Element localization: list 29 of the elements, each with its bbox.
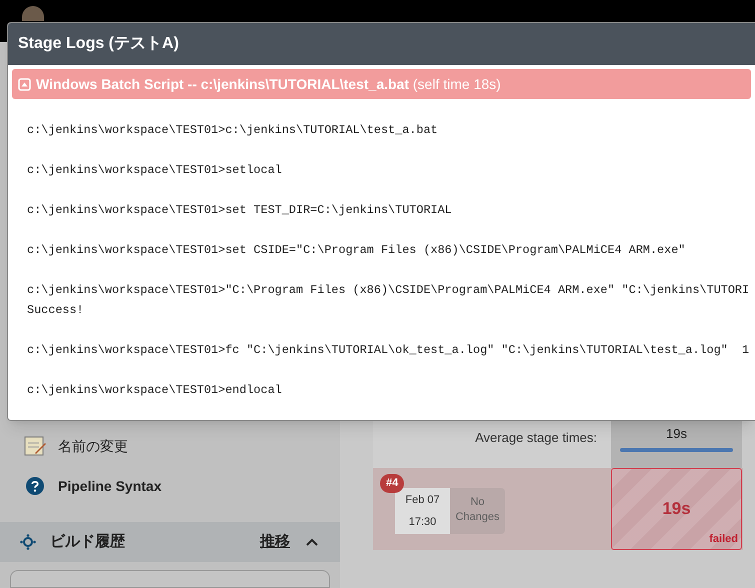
build-time: 17:30: [408, 515, 436, 530]
sidebar-link[interactable]: Pipeline Syntax: [58, 476, 162, 496]
collapse-icon[interactable]: [18, 78, 31, 90]
notepad-icon: [23, 435, 47, 457]
stage-status: failed: [709, 532, 738, 546]
no-changes-box: No Changes: [450, 488, 505, 534]
help-icon: [26, 477, 44, 495]
step-title: Windows Batch Script -- c:\jenkins\TUTORIAL\test_a.bat (self time 18s): [36, 74, 501, 94]
average-time: 19s: [666, 425, 687, 444]
average-label: Average stage times:: [475, 429, 597, 448]
dialog-title: Stage Logs (テストA): [18, 34, 179, 54]
search-field[interactable]: [10, 570, 330, 588]
caret-icon[interactable]: [304, 538, 320, 546]
build-number-badge[interactable]: #4: [380, 474, 404, 492]
stage-duration: 19s: [662, 498, 691, 520]
log-line: c:\jenkins\workspace\TEST01>fc "C:\jenkins\TUTORIAL\ok_test_a.log" "C:\jenkins\TUTORIAL\test_a.log" 1: [27, 342, 750, 359]
log-line: c:\jenkins\workspace\TEST01>setlocal: [27, 162, 283, 179]
logo-icon[interactable]: [22, 6, 44, 21]
log-line: c:\jenkins\workspace\TEST01>endlocal: [27, 382, 283, 399]
trend-link[interactable]: 推移: [260, 530, 290, 554]
log-line: c:\jenkins\workspace\TEST01>"C:\Program Files (x86)\CSIDE\Program\PALMiCE4 ARM.exe" "C:\jenkins\TUTORI: [27, 282, 750, 299]
log-line: c:\jenkins\workspace\TEST01>c:\jenkins\TUTORIAL\test_a.bat: [27, 122, 439, 139]
sidebar-link[interactable]: 名前の変更: [58, 436, 128, 456]
build-history-title: ビルド履歴: [50, 532, 126, 552]
log-line: Success!: [27, 302, 85, 319]
build-date: Feb 07: [405, 492, 440, 508]
log-line: c:\jenkins\workspace\TEST01>set TEST_DIR=C:\jenkins\TUTORIAL: [27, 202, 453, 219]
gear-icon: [20, 534, 36, 550]
log-line: c:\jenkins\workspace\TEST01>set CSIDE="C:\Program Files (x86)\CSIDE\Program\PALMiCE4 ARM.exe": [27, 242, 686, 259]
